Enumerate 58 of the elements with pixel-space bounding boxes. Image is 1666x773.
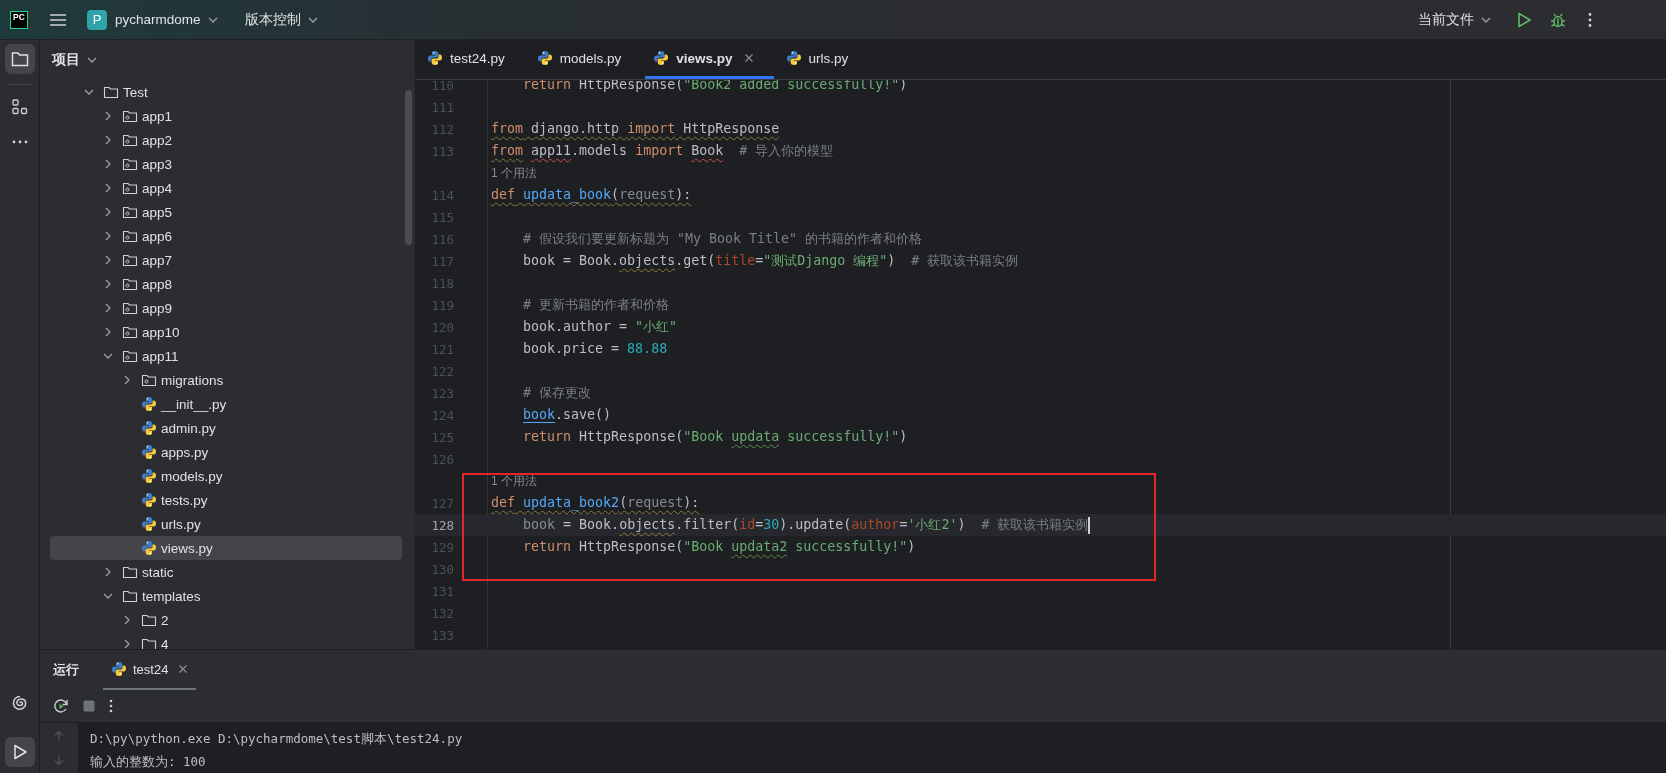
tree-item[interactable]: 2 bbox=[50, 608, 402, 632]
tree-item[interactable]: static bbox=[50, 560, 402, 584]
tree-item[interactable]: models.py bbox=[50, 464, 402, 488]
code-line: # 更新书籍的作者和价格 bbox=[522, 296, 670, 314]
code-line: book.price = 88.88 bbox=[522, 340, 668, 358]
tree-item[interactable]: templates bbox=[50, 584, 402, 608]
code-line: # 保存更改 bbox=[522, 384, 592, 402]
vcs-label: 版本控制 bbox=[244, 10, 301, 29]
tree-item[interactable]: __init__.py bbox=[50, 392, 402, 416]
code-line: def updata_book2(request): bbox=[491, 494, 700, 513]
code-line: book.save() bbox=[522, 406, 612, 424]
tree-item[interactable]: app9 bbox=[50, 296, 402, 320]
usage-hint[interactable]: 1 个用法 bbox=[491, 472, 537, 490]
tree-item[interactable]: app10 bbox=[50, 320, 402, 344]
panel-title: 运行 bbox=[53, 661, 79, 679]
code-line: return HttpResponse("Book updata successfully!") bbox=[522, 428, 908, 446]
run-config-label: 当前文件 bbox=[1418, 10, 1474, 29]
line-number: 128 bbox=[430, 517, 455, 533]
console-line: 输入的整数为: 100 bbox=[90, 753, 207, 771]
tree-item[interactable]: app7 bbox=[50, 248, 402, 272]
tree-item[interactable]: app8 bbox=[50, 272, 402, 296]
tree-item[interactable]: app3 bbox=[50, 152, 402, 176]
tree-item[interactable]: apps.py bbox=[50, 440, 402, 464]
tree-item[interactable]: 4 bbox=[50, 632, 402, 649]
code-line: from django.http import HttpResponse bbox=[491, 120, 780, 138]
code-line: book = Book.objects.get(title="测试Django 编程") # 获取该书籍实例 bbox=[522, 252, 1019, 270]
project-name: pycharmdome bbox=[115, 12, 201, 27]
tree-item[interactable]: Test bbox=[50, 80, 402, 104]
tree-item[interactable]: app1 bbox=[50, 104, 402, 128]
panel-title[interactable]: 项目 bbox=[48, 48, 102, 72]
tree-item[interactable]: app11 bbox=[50, 344, 402, 368]
project-badge: P bbox=[87, 9, 107, 30]
code-line: book.author = "小红" bbox=[522, 318, 678, 336]
app-logo[interactable]: PC bbox=[10, 10, 28, 29]
console-line: D:\py\python.exe D:\pycharmdome\test脚本\test24.py bbox=[90, 730, 463, 748]
code-line: def updata_book(request): bbox=[491, 186, 692, 205]
run-tab[interactable]: test24 bbox=[103, 650, 197, 690]
tree-item[interactable]: app6 bbox=[50, 224, 402, 248]
vcs-menu[interactable]: 版本控制 bbox=[238, 6, 325, 33]
tree-item[interactable]: migrations bbox=[50, 368, 402, 392]
editor-tab[interactable]: models.py bbox=[528, 40, 642, 79]
tree-item[interactable]: app4 bbox=[50, 176, 402, 200]
tree-item[interactable]: tests.py bbox=[50, 488, 402, 512]
code-line: book = Book.objects.filter(id=30).update(author='小红2') # 获取该书籍实例 bbox=[522, 515, 1091, 535]
tree-item[interactable]: app5 bbox=[50, 200, 402, 224]
tree-item[interactable]: views.py bbox=[50, 536, 402, 560]
editor-tab[interactable]: views.py bbox=[645, 40, 774, 79]
code-line: from app11.models import Book # 导入你的模型 bbox=[491, 142, 834, 160]
editor-tab[interactable]: urls.py bbox=[777, 40, 869, 79]
project-selector[interactable]: P pycharmdome bbox=[81, 5, 225, 34]
code-line: return HttpResponse("Book updata2 successfully!") bbox=[522, 538, 916, 556]
run-config-selector[interactable]: 当前文件 bbox=[1412, 6, 1498, 33]
usage-hint[interactable]: 1 个用法 bbox=[491, 164, 537, 182]
code-line: # 假设我们要更新标题为 "My Book Title" 的书籍的作者和价格 bbox=[522, 230, 923, 248]
editor-tab[interactable]: test24.py bbox=[419, 40, 525, 79]
tree-item[interactable]: admin.py bbox=[50, 416, 402, 440]
tree-item[interactable]: urls.py bbox=[50, 512, 402, 536]
tree-item[interactable]: app2 bbox=[50, 128, 402, 152]
